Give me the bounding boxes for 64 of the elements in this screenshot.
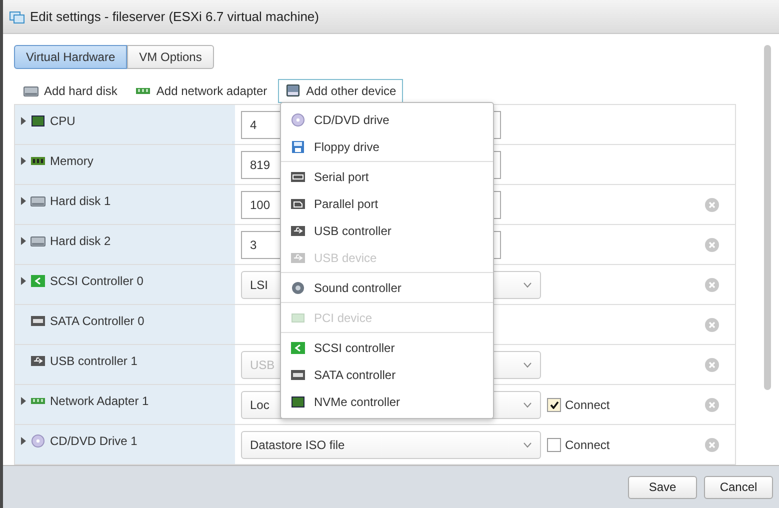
tab[interactable]: Virtual Hardware (14, 45, 128, 69)
device-name: Network Adapter 1 (50, 394, 149, 408)
serial-port-icon (290, 170, 306, 184)
sata-controller-icon (30, 314, 46, 328)
menu-item[interactable]: SATA controller (281, 361, 493, 388)
device-name: USB controller 1 (50, 354, 138, 368)
remove-icon[interactable] (705, 198, 719, 212)
device-name: Hard disk 2 (50, 234, 111, 248)
device-name: CD/DVD Drive 1 (50, 434, 138, 448)
printer-icon (290, 196, 306, 210)
chevron-down-icon (523, 362, 532, 368)
device-icon (285, 84, 302, 98)
menu-item[interactable]: Floppy drive (281, 133, 493, 160)
expand-caret-icon[interactable] (21, 277, 26, 285)
expand-caret-icon[interactable] (21, 117, 26, 125)
window-icon (9, 10, 25, 24)
tab[interactable]: VM Options (127, 45, 214, 69)
expand-caret-icon[interactable] (21, 437, 26, 445)
toolbar-button[interactable]: Add other device (278, 79, 404, 103)
usb-icon (290, 250, 306, 264)
chevron-down-icon (523, 442, 532, 448)
disc-icon (30, 434, 46, 448)
menu-item[interactable]: Parallel port (281, 190, 493, 217)
dialog-button[interactable]: Save (628, 476, 697, 498)
scsi-controller-icon (290, 340, 306, 354)
expand-caret-icon[interactable] (21, 397, 26, 405)
remove-icon[interactable] (705, 318, 719, 332)
chevron-down-icon (523, 282, 532, 288)
connect-checkbox[interactable]: Connect (547, 438, 610, 452)
usb-icon (30, 354, 46, 368)
usb-icon (290, 224, 306, 238)
menu-item[interactable]: CD/DVD drive (281, 106, 493, 133)
window-title: Edit settings - fileserver (ESXi 6.7 virtual machine) (30, 9, 319, 24)
scsi-controller-icon (30, 274, 46, 288)
expand-caret-icon[interactable] (21, 197, 26, 205)
device-name: Hard disk 1 (50, 194, 111, 208)
expansion-card-icon (290, 310, 306, 324)
device-name: Memory (50, 154, 94, 168)
expand-caret-icon[interactable] (21, 157, 26, 165)
chevron-down-icon (523, 402, 532, 408)
remove-icon[interactable] (705, 438, 719, 452)
menu-item[interactable]: Serial port (281, 163, 493, 190)
scrollbar[interactable] (764, 45, 771, 390)
device-name: SATA Controller 0 (50, 314, 144, 328)
menu-item[interactable]: SCSI controller (281, 334, 493, 361)
checkmark-icon (550, 400, 558, 408)
value-select[interactable]: Datastore ISO file (241, 430, 541, 458)
remove-icon[interactable] (705, 238, 719, 252)
sata-controller-icon (290, 368, 306, 382)
memory-module-icon (30, 154, 46, 168)
dialog-button[interactable]: Cancel (704, 476, 773, 498)
remove-icon[interactable] (705, 398, 719, 412)
connect-checkbox[interactable]: Connect (547, 398, 610, 412)
remove-icon[interactable] (705, 278, 719, 292)
menu-item[interactable]: NVMe controller (281, 388, 493, 415)
device-name: SCSI Controller 0 (50, 274, 144, 288)
chip-icon (30, 114, 46, 128)
speaker-icon (290, 280, 306, 294)
disc-icon (290, 112, 306, 126)
device-name: CPU (50, 114, 76, 128)
menu-item[interactable]: Sound controller (281, 274, 493, 301)
expand-caret-icon[interactable] (21, 237, 26, 245)
menu-item[interactable]: USB controller (281, 217, 493, 244)
chip-icon (290, 394, 306, 408)
